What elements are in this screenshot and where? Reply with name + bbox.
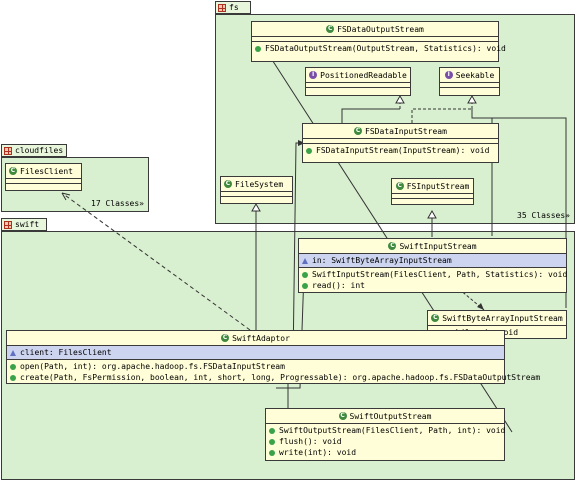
methods-section: open(Path, int): org.apache.hadoop.fs.FS… xyxy=(7,360,540,384)
attributes-section: in: SwiftByteArrayInputStream xyxy=(299,254,566,268)
protected-field-icon xyxy=(10,349,16,356)
class-fsinputstream[interactable]: C FSInputStream xyxy=(391,178,474,205)
class-name: SwiftAdaptor xyxy=(232,333,290,343)
method-row[interactable]: create(Path, FsPermission, boolean, int,… xyxy=(7,372,540,383)
interface-icon: I xyxy=(444,71,453,79)
attributes-section: client: FilesClient xyxy=(7,346,504,360)
package-name: fs xyxy=(229,3,239,12)
package-icon xyxy=(4,220,12,229)
public-method-icon xyxy=(269,449,275,456)
attribute-signature: in: SwiftByteArrayInputStream xyxy=(312,256,452,265)
class-name: Seekable xyxy=(455,70,495,80)
class-header: C FileSystem xyxy=(221,177,292,192)
methods-section: SwiftInputStream(FilesClient, Path, Stat… xyxy=(299,268,568,292)
class-header: C SwiftByteArrayInputStream xyxy=(428,311,566,326)
class-icon: C xyxy=(221,334,230,342)
method-signature: write(int): void xyxy=(279,448,357,457)
public-method-icon xyxy=(306,147,312,154)
class-name: SwiftInputStream xyxy=(399,241,477,251)
method-signature: create(Path, FsPermission, boolean, int,… xyxy=(20,373,541,382)
method-signature: FSDataOutputStream(OutputStream, Statist… xyxy=(265,44,506,53)
method-row[interactable]: FSDataInputStream(InputStream): void xyxy=(303,145,498,156)
class-icon: C xyxy=(431,314,440,322)
method-signature: SwiftInputStream(FilesClient, Path, Stat… xyxy=(312,270,568,279)
method-signature: flush(): void xyxy=(279,437,342,446)
public-method-icon xyxy=(269,427,275,434)
public-method-icon xyxy=(302,271,308,278)
package-icon xyxy=(218,3,226,12)
class-name: FSInputStream xyxy=(406,181,470,191)
method-row[interactable]: write(int): void xyxy=(266,447,504,458)
class-fsdatainputstream[interactable]: C FSDataInputStream FSDataInputStream(Inp… xyxy=(302,123,499,163)
class-icon: C xyxy=(224,180,232,188)
public-method-icon xyxy=(302,282,308,289)
method-row[interactable]: flush(): void xyxy=(266,436,504,447)
package-tab-cloudfiles[interactable]: cloudfiles xyxy=(1,144,67,157)
class-filesclient[interactable]: C FilesClient xyxy=(5,163,82,191)
method-row[interactable]: read(): int xyxy=(299,280,566,291)
class-icon: C xyxy=(395,182,404,190)
attributes-section xyxy=(221,192,292,197)
attribute-signature: client: FilesClient xyxy=(20,348,112,357)
public-method-icon xyxy=(269,438,275,445)
class-icon: C xyxy=(354,127,363,135)
class-name: SwiftOutputStream xyxy=(349,411,432,421)
class-header: C FSDataInputStream xyxy=(303,124,498,139)
attributes-section xyxy=(6,179,81,184)
attributes-section xyxy=(306,83,410,88)
attribute-row[interactable]: in: SwiftByteArrayInputStream xyxy=(299,255,566,266)
class-name: FSDataOutputStream xyxy=(337,24,424,34)
class-header: C FSDataOutputStream xyxy=(252,22,498,37)
methods-section: FSDataInputStream(InputStream): void xyxy=(303,144,498,157)
interface-icon: I xyxy=(309,71,318,79)
class-name: FilesClient xyxy=(20,166,73,176)
class-name: SwiftByteArrayInputStream xyxy=(442,313,563,323)
class-header: C FilesClient xyxy=(6,164,81,179)
package-name: swift xyxy=(15,220,40,229)
class-name: FSDataInputStream xyxy=(365,126,447,136)
class-swiftadaptor[interactable]: C SwiftAdaptor client: FilesClient open(P… xyxy=(6,330,540,384)
class-icon: C xyxy=(9,167,17,175)
method-row[interactable]: SwiftInputStream(FilesClient, Path, Stat… xyxy=(299,269,568,280)
method-row[interactable]: SwiftOutputStream(FilesClient, Path, int… xyxy=(266,425,506,436)
class-swiftoutputstream[interactable]: C SwiftOutputStream SwiftOutputStream(Fil… xyxy=(265,408,505,461)
class-icon: C xyxy=(388,242,397,250)
class-icon: C xyxy=(326,25,335,33)
attributes-section xyxy=(440,83,499,88)
class-icon: C xyxy=(338,412,347,420)
attribute-row[interactable]: client: FilesClient xyxy=(7,347,504,358)
class-name: FileSystem xyxy=(235,179,284,189)
method-signature: open(Path, int): org.apache.hadoop.fs.FS… xyxy=(20,362,285,371)
class-header: C SwiftInputStream xyxy=(299,239,566,254)
class-swiftinputstream[interactable]: C SwiftInputStream in: SwiftByteArrayInpu… xyxy=(298,238,567,293)
package-class-count[interactable]: 35 Classes» xyxy=(517,211,570,220)
class-filesystem[interactable]: C FileSystem xyxy=(220,176,293,204)
method-signature: SwiftOutputStream(FilesClient, Path, int… xyxy=(279,426,506,435)
class-header: C SwiftAdaptor xyxy=(7,331,504,346)
package-name: cloudfiles xyxy=(15,146,64,155)
class-fsdataoutputstream[interactable]: C FSDataOutputStream FSDataOutputStream(O… xyxy=(251,21,506,62)
class-header: C SwiftOutputStream xyxy=(266,409,504,424)
method-signature: read(): int xyxy=(312,281,365,290)
method-row[interactable]: open(Path, int): org.apache.hadoop.fs.FS… xyxy=(7,361,504,372)
package-tab-swift[interactable]: swift xyxy=(1,218,47,231)
package-class-count[interactable]: 17 Classes» xyxy=(91,199,144,208)
public-method-icon xyxy=(255,45,261,52)
class-name: PositionedReadable xyxy=(320,70,407,80)
method-row[interactable]: FSDataOutputStream(OutputStream, Statist… xyxy=(252,43,506,54)
class-header: I PositionedReadable xyxy=(306,68,410,83)
methods-section: FSDataOutputStream(OutputStream, Statist… xyxy=(252,42,506,55)
protected-field-icon xyxy=(302,257,308,264)
package-tab-fs[interactable]: fs xyxy=(215,1,251,14)
method-signature: FSDataInputStream(InputStream): void xyxy=(316,146,490,155)
public-method-icon xyxy=(10,374,16,381)
methods-section: SwiftOutputStream(FilesClient, Path, int… xyxy=(266,424,506,459)
attributes-section xyxy=(392,194,473,199)
interface-positionedreadable[interactable]: I PositionedReadable xyxy=(305,67,411,96)
class-header: C FSInputStream xyxy=(392,179,473,194)
public-method-icon xyxy=(10,363,16,370)
interface-seekable[interactable]: I Seekable xyxy=(439,67,500,96)
package-icon xyxy=(4,146,12,155)
class-header: I Seekable xyxy=(440,68,499,83)
